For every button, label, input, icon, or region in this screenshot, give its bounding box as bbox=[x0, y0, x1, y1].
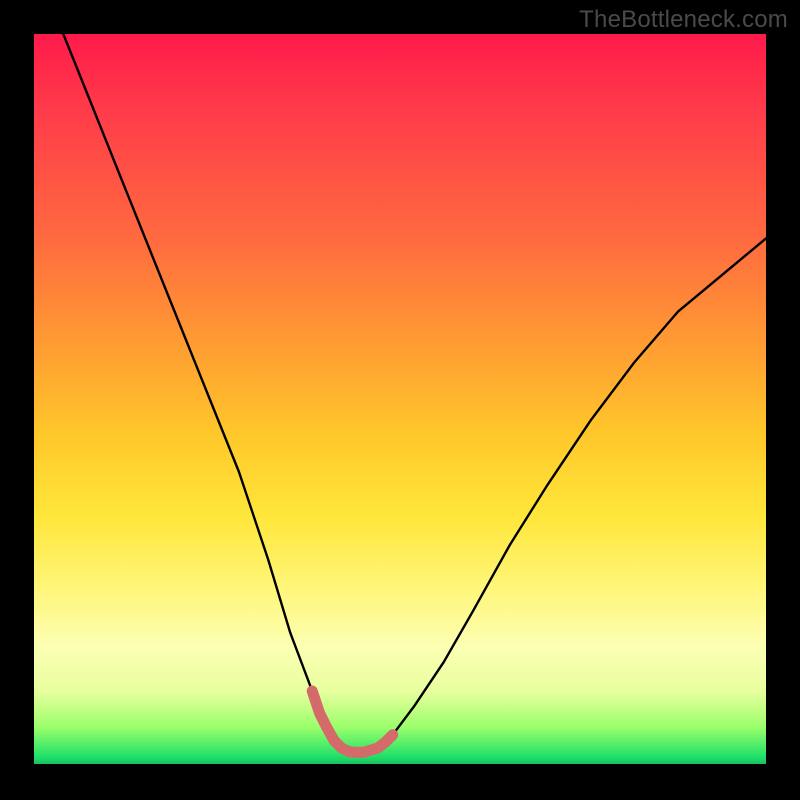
plot-area bbox=[34, 34, 766, 764]
watermark-text: TheBottleneck.com bbox=[579, 6, 788, 34]
chart-frame: TheBottleneck.com bbox=[0, 0, 800, 800]
curve-layer bbox=[34, 34, 766, 764]
optimal-highlight bbox=[312, 691, 393, 752]
bottleneck-curve bbox=[63, 34, 766, 752]
